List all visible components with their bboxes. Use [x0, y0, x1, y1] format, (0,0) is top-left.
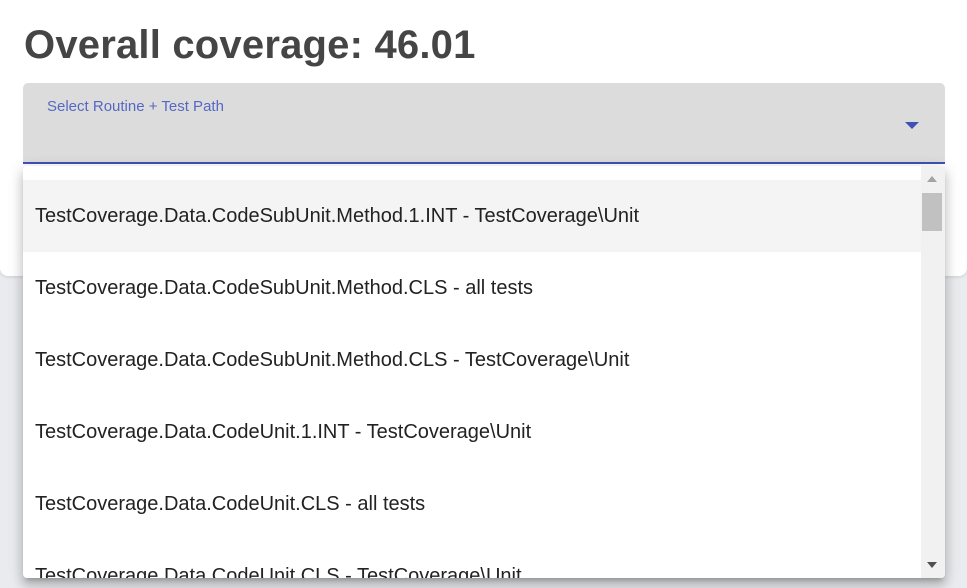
menu-item[interactable]: TestCoverage.Data.CodeUnit.CLS - all tes…: [23, 468, 921, 540]
arrow-drop-down-icon[interactable]: [905, 122, 919, 129]
scrollbar-thumb[interactable]: [922, 193, 942, 231]
scroll-down-arrow-icon[interactable]: [927, 562, 937, 568]
page-title: Overall coverage: 46.01: [24, 23, 476, 67]
menu-item[interactable]: TestCoverage.Data.CodeUnit.CLS - TestCov…: [23, 540, 921, 578]
scroll-up-arrow-icon[interactable]: [927, 176, 937, 182]
menu-item[interactable]: TestCoverage.Data.CodeUnit.1.INT - TestC…: [23, 396, 921, 468]
routine-test-path-menu: TestCoverage.Data.CodeSubUnit.Method.1.I…: [23, 166, 945, 578]
menu-item[interactable]: TestCoverage.Data.CodeSubUnit.Method.1.I…: [23, 180, 921, 252]
menu-item[interactable]: TestCoverage.Data.CodeSubUnit.Method.CLS…: [23, 252, 921, 324]
routine-test-path-select[interactable]: Select Routine + Test Path: [23, 83, 945, 164]
select-label: Select Routine + Test Path: [47, 98, 224, 115]
menu-list: TestCoverage.Data.CodeSubUnit.Method.1.I…: [23, 166, 921, 578]
menu-item[interactable]: TestCoverage.Data.CodeSubUnit.Method.CLS…: [23, 324, 921, 396]
menu-scrollbar[interactable]: [921, 166, 945, 578]
